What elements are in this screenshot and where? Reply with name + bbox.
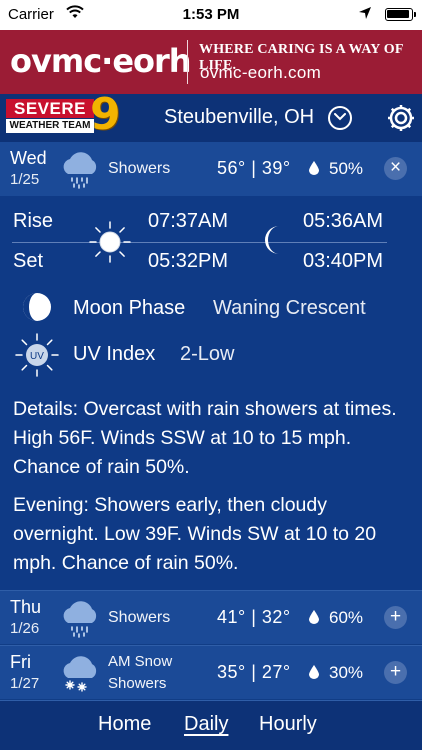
moon-phase-icon — [22, 292, 52, 322]
day-precip: 50% — [329, 159, 364, 178]
tab-hourly[interactable]: Hourly — [259, 713, 317, 736]
day-detail-panel: Rise Set 07:37AM 05:32PM 05:36AM 03:40PM… — [0, 196, 422, 590]
day-precip: 60% — [329, 608, 364, 627]
day-name: Thu — [10, 597, 42, 617]
day-name: Fri — [10, 652, 31, 672]
day-condition: Showers — [108, 160, 171, 177]
gear-icon[interactable] — [385, 102, 417, 134]
brand-weather-team: WEATHER TEAM — [6, 119, 94, 133]
expand-button[interactable]: + — [384, 661, 407, 684]
day-temps: 35° | 27° — [217, 662, 291, 682]
battery-icon — [385, 8, 416, 21]
showers-icon — [58, 599, 102, 639]
details-text: Details: Overcast with rain showers at t… — [13, 398, 397, 478]
brand-logo: SEVERE WEATHER TEAM 9 — [6, 93, 122, 137]
day-condition-line1: AM Snow — [108, 653, 173, 670]
uv-icon: UV — [14, 332, 60, 378]
moon-phase-value: Waning Crescent — [213, 297, 366, 319]
ad-logo: ovmc·eorh — [10, 42, 192, 80]
raindrop-icon — [309, 610, 319, 629]
ad-banner[interactable]: ovmc·eorh WHERE CARING IS A WAY OF LIFE.… — [0, 30, 422, 94]
day-precip: 30% — [329, 663, 364, 682]
day-name: Wed — [10, 148, 47, 168]
day-condition: Showers — [108, 609, 171, 626]
snow-showers-icon — [58, 654, 102, 694]
brand-severe: SEVERE — [6, 99, 94, 118]
uv-index-value: 2-Low — [180, 343, 235, 365]
showers-icon — [58, 150, 102, 190]
ad-divider — [187, 40, 188, 84]
moon-icon — [262, 224, 288, 261]
brand-number: 9 — [90, 89, 121, 140]
chevron-down-icon[interactable] — [328, 106, 352, 130]
evening-text: Evening: Showers early, then cloudy over… — [13, 494, 377, 574]
status-bar: Carrier 1:53 PM — [0, 0, 422, 30]
ad-url: ovmc-eorh.com — [200, 63, 322, 82]
day-row-thu[interactable]: Thu 1/26 Showers 41° | 32° 60% + — [0, 590, 422, 644]
day-temps: 41° | 32° — [217, 607, 291, 627]
tab-bar: Home Daily Hourly — [0, 700, 422, 750]
location-name[interactable]: Steubenville, OH — [164, 106, 314, 129]
moon-phase-label: Moon Phase — [73, 297, 186, 319]
day-row-fri[interactable]: Fri 1/27 AM Snow Showers 35° | 27° 30% + — [0, 645, 422, 699]
expand-button[interactable]: + — [384, 606, 407, 629]
app-header: SEVERE WEATHER TEAM 9 Steubenville, OH — [0, 93, 422, 142]
day-date: 1/25 — [10, 171, 40, 188]
sun-icon — [88, 220, 132, 269]
tab-daily[interactable]: Daily — [184, 713, 228, 736]
sunrise-time: 07:37AM — [148, 210, 229, 232]
set-label: Set — [13, 250, 44, 272]
sun-divider — [12, 242, 387, 243]
day-temps: 56° | 39° — [217, 158, 291, 178]
location-arrow-icon — [358, 6, 372, 24]
raindrop-icon — [309, 161, 319, 180]
moonset-time: 03:40PM — [303, 250, 384, 272]
day-row-wed[interactable]: Wed 1/25 Showers 56° | 39° 50% × — [0, 142, 422, 196]
sunset-time: 05:32PM — [148, 250, 229, 272]
uv-icon-text: UV — [30, 351, 44, 362]
tab-home[interactable]: Home — [98, 713, 151, 736]
raindrop-icon — [309, 665, 319, 684]
uv-index-label: UV Index — [73, 343, 156, 365]
day-date: 1/27 — [10, 675, 40, 692]
collapse-button[interactable]: × — [384, 157, 407, 180]
rise-label: Rise — [13, 210, 54, 232]
day-date: 1/26 — [10, 620, 40, 637]
day-condition-line2: Showers — [108, 675, 167, 692]
moonrise-time: 05:36AM — [303, 210, 384, 232]
